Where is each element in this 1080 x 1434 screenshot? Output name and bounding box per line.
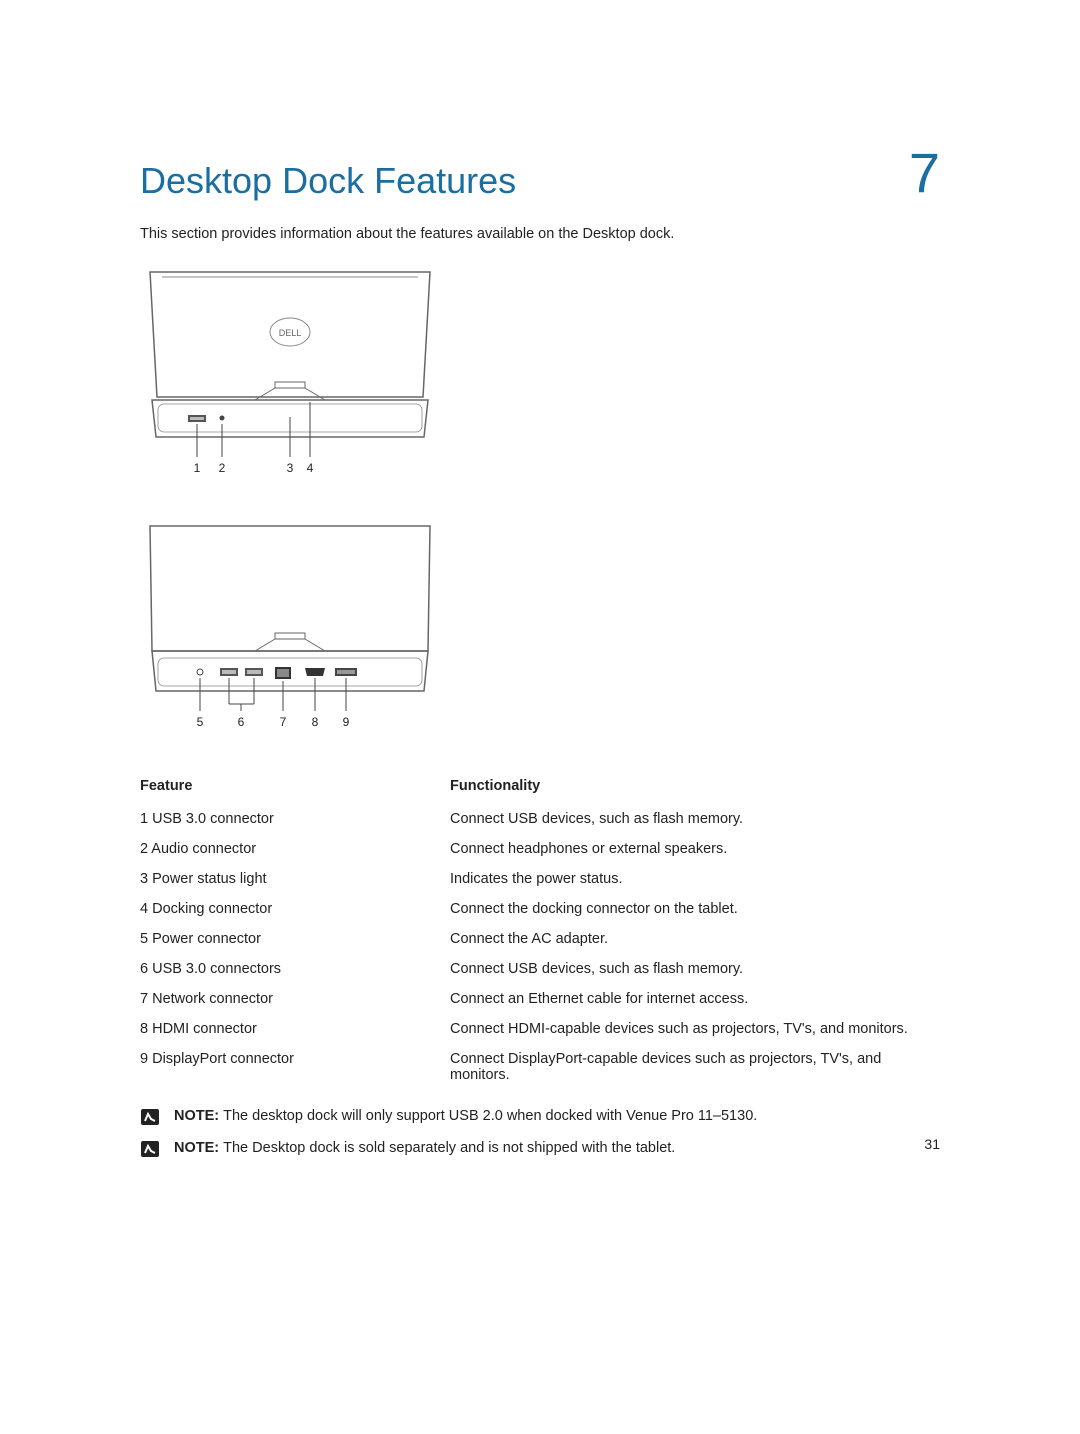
table-row: 4 Docking connectorConnect the docking c… [140,894,940,924]
intro-text: This section provides information about … [140,226,940,242]
svg-text:1: 1 [194,461,201,475]
feature-cell: 3 Power status light [140,864,450,894]
feature-cell: 6 USB 3.0 connectors [140,954,450,984]
table-row: 2 Audio connectorConnect headphones or e… [140,834,940,864]
functionality-cell: Connect the AC adapter. [450,924,940,954]
svg-text:4: 4 [307,461,314,475]
feature-cell: 7 Network connector [140,984,450,1014]
note-icon [140,1140,160,1158]
svg-text:2: 2 [219,461,226,475]
note-text: NOTE: The Desktop dock is sold separatel… [174,1140,675,1156]
note-row: NOTE: The Desktop dock is sold separatel… [140,1140,940,1158]
table-header-feature: Feature [140,770,450,804]
feature-cell: 1 USB 3.0 connector [140,804,450,834]
table-row: 3 Power status lightIndicates the power … [140,864,940,894]
back-dock-diagram: 5 6 7 8 9 [140,516,940,746]
svg-text:6: 6 [238,715,245,729]
svg-text:3: 3 [287,461,294,475]
feature-cell: 2 Audio connector [140,834,450,864]
feature-cell: 9 DisplayPort connector [140,1044,450,1090]
feature-table: Feature Functionality 1 USB 3.0 connecto… [140,770,940,1090]
table-row: 7 Network connectorConnect an Ethernet c… [140,984,940,1014]
note-text: NOTE: The desktop dock will only support… [174,1108,757,1124]
table-row: 6 USB 3.0 connectorsConnect USB devices,… [140,954,940,984]
svg-text:7: 7 [280,715,287,729]
functionality-cell: Connect an Ethernet cable for internet a… [450,984,940,1014]
page-container: 7 Desktop Dock Features This section pro… [0,0,1080,1232]
notes-section: NOTE: The desktop dock will only support… [140,1108,940,1158]
note-row: NOTE: The desktop dock will only support… [140,1108,940,1126]
table-row: 1 USB 3.0 connectorConnect USB devices, … [140,804,940,834]
functionality-cell: Connect USB devices, such as flash memor… [450,954,940,984]
note-icon [140,1108,160,1126]
page-number: 31 [924,1136,940,1152]
functionality-cell: Connect USB devices, such as flash memor… [450,804,940,834]
svg-text:9: 9 [343,715,350,729]
table-row: 5 Power connectorConnect the AC adapter. [140,924,940,954]
table-row: 9 DisplayPort connectorConnect DisplayPo… [140,1044,940,1090]
functionality-cell: Connect the docking connector on the tab… [450,894,940,924]
functionality-cell: Connect headphones or external speakers. [450,834,940,864]
table-row: 8 HDMI connectorConnect HDMI-capable dev… [140,1014,940,1044]
table-header-functionality: Functionality [450,770,940,804]
functionality-cell: Connect DisplayPort-capable devices such… [450,1044,940,1090]
feature-cell: 8 HDMI connector [140,1014,450,1044]
functionality-cell: Connect HDMI-capable devices such as pro… [450,1014,940,1044]
svg-text:DELL: DELL [279,328,302,338]
functionality-cell: Indicates the power status. [450,864,940,894]
front-dock-diagram: DELL 1 2 3 4 [140,262,940,492]
svg-text:5: 5 [197,715,204,729]
chapter-number: 7 [909,140,940,205]
feature-cell: 4 Docking connector [140,894,450,924]
feature-cell: 5 Power connector [140,924,450,954]
svg-text:8: 8 [312,715,319,729]
page-title: Desktop Dock Features [140,160,940,202]
